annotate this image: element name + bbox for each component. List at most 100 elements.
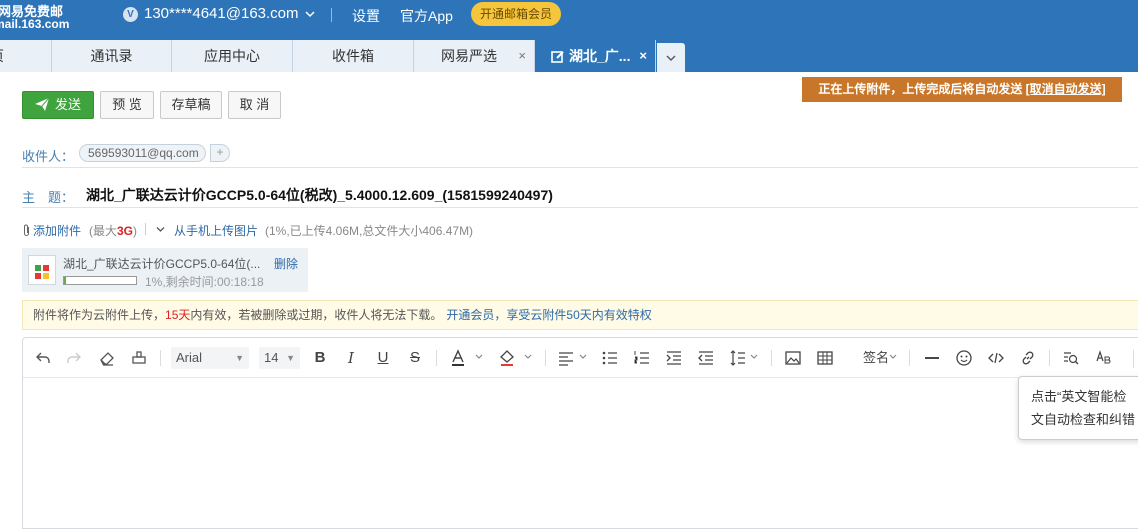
max-size-prefix: (最大 [89,224,117,238]
eraser-icon[interactable] [98,349,116,367]
tooltip-line: 点击“英文智能检 [1031,389,1127,404]
upload-notice-text: 正在上传附件，上传完成后将自动发送 [818,82,1026,96]
tab-label: 通讯录 [90,48,133,64]
tab-label: 应用中心 [204,48,260,64]
tab-label: 湖北_广... [569,48,631,64]
chevron-down-icon[interactable] [750,353,758,361]
divider [145,223,146,235]
cancel-auto-send-link[interactable]: [取消自动发送] [1026,82,1106,96]
chevron-down-icon[interactable] [156,226,165,233]
divider [160,350,161,366]
italic-icon[interactable]: I [342,349,360,367]
account-name[interactable]: 130****4641@163.com [144,5,299,22]
settings-link[interactable]: 设置 [352,6,380,26]
paperclip-icon [24,224,29,236]
underline-icon[interactable]: U [374,349,392,367]
top-header: 网易免费邮 mail.163.com V 130****4641@163.com… [0,0,1138,40]
chevron-down-icon[interactable] [579,353,587,361]
tab-more-button[interactable] [657,43,685,72]
cloud-tip-text: 附件将作为云附件上传， [33,308,166,322]
indent-icon[interactable] [665,349,683,367]
chevron-down-icon [666,55,676,61]
tab-inbox[interactable]: 收件箱 [293,40,414,72]
numbered-list-icon[interactable] [633,349,651,367]
divider [331,8,332,22]
bullet-list-icon[interactable] [601,349,619,367]
divider [909,350,910,366]
tab-bar: 页 通讯录 应用中心 收件箱 网易严选 × 湖北_广... × [0,40,1138,72]
tab-app-center[interactable]: 应用中心 [172,40,293,72]
find-icon[interactable] [1062,349,1080,367]
font-color-icon[interactable] [449,349,467,367]
bold-icon[interactable]: B [311,349,329,367]
horizontal-rule-icon[interactable] [923,349,941,367]
paper-plane-icon [34,97,50,111]
close-icon[interactable]: × [639,40,647,72]
tab-compose[interactable]: 湖北_广... × [535,40,656,72]
table-icon[interactable] [816,349,834,367]
code-icon[interactable] [987,349,1005,367]
font-family-value: Arial [176,350,203,365]
upload-progress-fill [64,277,66,284]
image-icon[interactable] [784,349,802,367]
close-icon[interactable]: × [518,40,526,72]
logo-domain: mail.163.com [0,17,70,31]
max-size-note: (最大3G) [89,222,137,239]
subject-input[interactable]: 湖北_广联达云计价GCCP5.0-64位(税改)_5.4000.12.609_(… [86,185,553,205]
cloud-tip-days: 15天 [165,308,191,322]
chevron-down-icon: ▼ [235,353,244,363]
divider [436,350,437,366]
divider [545,350,546,366]
tab-yanxuan[interactable]: 网易严选 × [414,40,535,72]
tab-contacts[interactable]: 通讯录 [52,40,172,72]
font-size-select[interactable]: 14 ▼ [259,347,300,369]
redo-icon[interactable] [65,349,83,367]
font-family-select[interactable]: Arial ▼ [171,347,249,369]
send-label: 发送 [54,97,81,112]
chevron-down-icon[interactable] [889,353,897,361]
divider [22,207,1138,208]
save-draft-button[interactable]: 存草稿 [160,91,222,119]
add-attachment-link[interactable]: 添加附件 [33,222,81,239]
link-icon[interactable] [1019,349,1037,367]
font-size-value: 14 [264,350,279,365]
official-app-link[interactable]: 官方App [400,6,453,26]
emoji-icon[interactable] [955,349,973,367]
archive-icon [35,262,49,279]
send-button[interactable]: 发送 [22,91,94,119]
delete-attachment-link[interactable]: 删除 [274,255,298,272]
upload-progress-bar [63,276,137,285]
attachment-name: 湖北_广联达云计价GCCP5.0-64位(... [63,257,261,271]
upload-from-phone-link[interactable]: 从手机上传图片 [174,222,258,239]
divider [1049,350,1050,366]
divider [771,350,772,366]
tab-label: 收件箱 [332,48,374,64]
outdent-icon[interactable] [697,349,715,367]
cloud-attachment-tip: 附件将作为云附件上传，15天内有效，若被删除或过期，收件人将无法下载。 开通会员，… [22,300,1138,330]
upload-summary: (1%,已上传4.06M,总文件大小406.47M) [265,224,474,238]
cancel-button[interactable]: 取 消 [228,91,281,119]
spell-check-icon[interactable] [1095,349,1113,367]
strikethrough-icon[interactable]: S [406,349,424,367]
tab-label: 页 [0,48,4,64]
add-recipient-button[interactable]: + [210,144,230,162]
line-height-icon[interactable] [729,349,747,367]
rich-text-editor: Arial ▼ 14 ▼ B I U S 签名 [22,337,1138,529]
preview-button[interactable]: 预 览 [100,91,154,119]
spell-check-tooltip: 点击“英文智能检 文自动检查和纠错 [1018,376,1138,440]
undo-icon[interactable] [34,349,52,367]
chevron-down-icon[interactable] [475,353,483,361]
align-icon[interactable] [557,349,575,367]
open-vip-link[interactable]: 开通会员，享受云附件50天内有效特权 [446,308,651,322]
divider [22,167,1138,168]
open-vip-button[interactable]: 开通邮箱会员 [471,2,561,26]
chevron-down-icon[interactable] [524,353,532,361]
attachment-item: 湖北_广联达云计价GCCP5.0-64位(... 删除 1%,剩余时间:00:1… [22,248,308,292]
tab-home[interactable]: 页 [0,40,52,72]
max-size-value: 3G [117,224,134,238]
recipient-chip[interactable]: 569593011@qq.com [79,144,206,162]
chevron-down-icon[interactable] [305,9,315,19]
divider [1133,350,1134,368]
format-painter-icon[interactable] [130,349,148,367]
highlight-color-icon[interactable] [498,349,516,367]
